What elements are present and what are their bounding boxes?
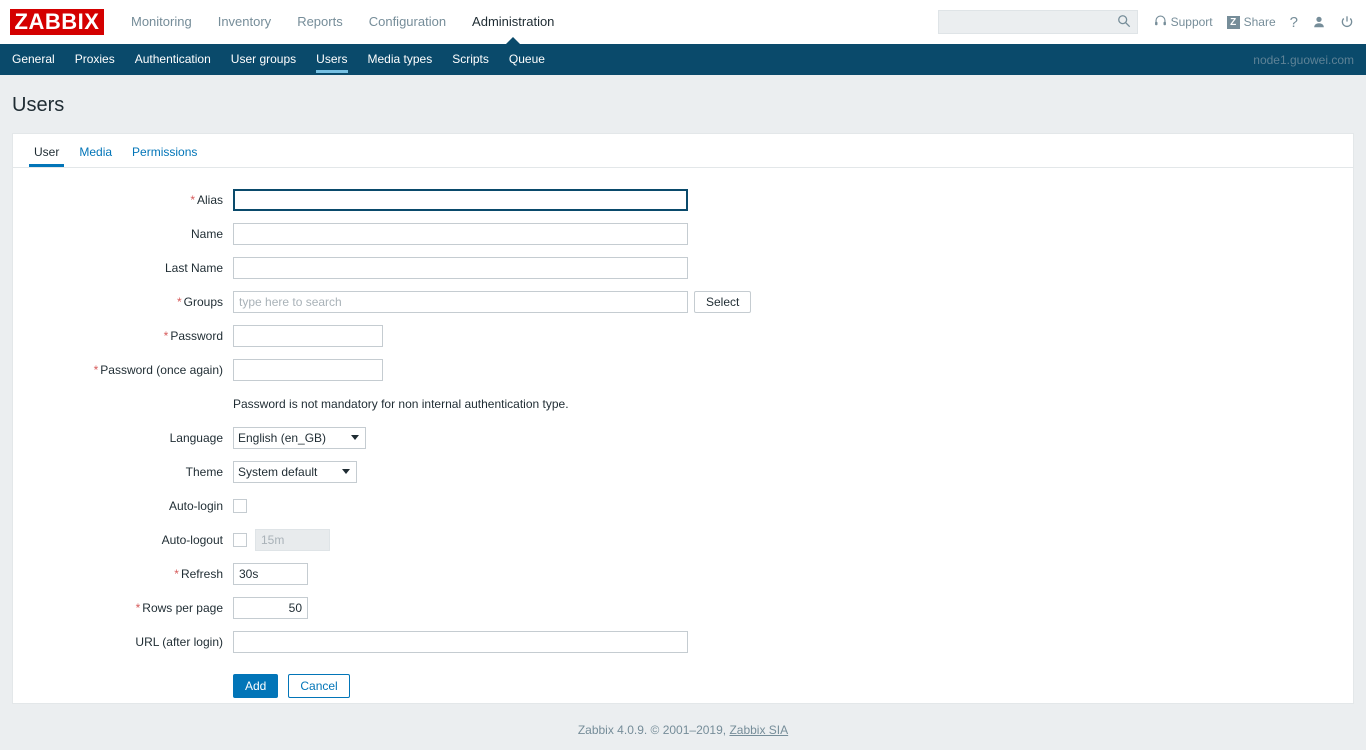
alias-input[interactable]	[233, 189, 688, 211]
subnav-item-users[interactable]: Users	[306, 44, 357, 75]
last-name-label: Last Name	[164, 261, 223, 275]
refresh-label: * Refresh	[174, 567, 223, 581]
theme-label: Theme	[185, 465, 223, 479]
field-row-password-again: * Password (once again)	[13, 353, 1353, 387]
required-marker: *	[93, 363, 99, 377]
refresh-input[interactable]	[233, 563, 308, 585]
language-label: Language	[169, 431, 223, 445]
field-row-groups: *Groups Select	[13, 285, 1353, 319]
share-label: Share	[1243, 15, 1276, 29]
search-input[interactable]	[938, 12, 1114, 32]
user-form: *Alias Name Last Name *Groups Sel	[13, 168, 1353, 703]
support-label: Support	[1170, 15, 1213, 29]
field-row-theme: Theme System default	[13, 455, 1353, 489]
password-hint-row: Password is not mandatory for non intern…	[13, 387, 1353, 421]
auto-login-checkbox[interactable]	[233, 499, 247, 513]
share-icon: Z	[1226, 15, 1240, 29]
field-row-alias: * Alias	[13, 183, 1353, 217]
form-actions: Add Cancel	[13, 659, 1353, 703]
rows-per-page-label: * Rows per page	[135, 601, 223, 615]
zabbix-logo[interactable]: ZABBIX	[10, 9, 104, 35]
language-select-wrap: English (en_GB)	[233, 427, 366, 449]
password-again-label: * Password (once again)	[93, 363, 223, 377]
auto-logout-label: Auto-logout	[161, 533, 223, 547]
subnav-item-proxies[interactable]: Proxies	[65, 44, 125, 75]
auto-logout-input	[255, 529, 330, 551]
last-name-input[interactable]	[233, 257, 688, 279]
main-navigation: Monitoring Inventory Reports Configurati…	[118, 0, 567, 45]
tab-media[interactable]: Media	[69, 145, 122, 167]
power-icon[interactable]	[1340, 15, 1354, 29]
rows-per-page-input[interactable]	[233, 597, 308, 619]
subnav-item-user-groups[interactable]: User groups	[221, 44, 306, 75]
subnav-item-media-types[interactable]: Media types	[358, 44, 443, 75]
url-after-login-label: URL (after login)	[135, 635, 223, 649]
tab-permissions[interactable]: Permissions	[122, 145, 207, 167]
search-icon[interactable]	[1117, 14, 1131, 28]
top-header: ZABBIX Monitoring Inventory Reports Conf…	[0, 0, 1366, 45]
groups-select-button[interactable]: Select	[694, 291, 752, 313]
nav-item-administration[interactable]: Administration	[459, 0, 567, 45]
field-row-language: Language English (en_GB)	[13, 421, 1353, 455]
groups-input[interactable]	[233, 291, 688, 313]
field-row-rows-per-page: * Rows per page	[13, 591, 1353, 625]
subnav-item-general[interactable]: General	[2, 44, 65, 75]
theme-select[interactable]: System default	[233, 461, 357, 483]
required-marker: *	[176, 295, 182, 309]
cancel-button[interactable]: Cancel	[288, 674, 350, 698]
password-hint: Password is not mandatory for non intern…	[233, 397, 569, 411]
field-row-last-name: Last Name	[13, 251, 1353, 285]
support-link[interactable]: Support	[1154, 14, 1213, 30]
groups-label: * Groups	[176, 295, 223, 309]
footer-text: Zabbix 4.0.9. © 2001–2019,	[577, 723, 730, 737]
alias-label: * Alias	[190, 193, 223, 207]
password-input[interactable]	[233, 325, 383, 347]
nav-item-monitoring[interactable]: Monitoring	[118, 0, 205, 44]
field-row-refresh: * Refresh	[13, 557, 1353, 591]
language-select[interactable]: English (en_GB)	[233, 427, 366, 449]
url-after-login-input[interactable]	[233, 631, 688, 653]
nav-item-inventory[interactable]: Inventory	[205, 0, 284, 44]
page-title: Users	[12, 94, 65, 116]
headphones-icon	[1154, 14, 1171, 30]
footer: Zabbix 4.0.9. © 2001–2019, Zabbix SIA	[0, 704, 1366, 737]
password-again-input[interactable]	[233, 359, 383, 381]
required-marker: *	[135, 601, 141, 615]
subnav-item-queue[interactable]: Queue	[499, 44, 555, 75]
auto-login-label: Auto-login	[168, 499, 223, 513]
theme-select-wrap: System default	[233, 461, 357, 483]
share-link[interactable]: Z Share	[1226, 15, 1276, 29]
field-row-auto-login: Auto-login	[13, 489, 1353, 523]
field-row-auto-logout: Auto-logout	[13, 523, 1353, 557]
auto-logout-checkbox[interactable]	[233, 533, 247, 547]
subnav-item-scripts[interactable]: Scripts	[442, 44, 499, 75]
required-marker: *	[163, 329, 169, 343]
user-form-panel: User Media Permissions * Alias Name Last …	[12, 133, 1354, 704]
help-icon[interactable]: ?	[1290, 14, 1298, 31]
nav-item-configuration[interactable]: Configuration	[356, 0, 459, 44]
subnav-item-authentication[interactable]: Authentication	[125, 44, 221, 75]
name-label: Name	[190, 227, 223, 241]
field-row-url-after-login: URL (after login)	[13, 625, 1353, 659]
global-search[interactable]	[937, 10, 1138, 34]
required-marker: *	[190, 193, 195, 207]
field-row-password: * Password	[13, 319, 1353, 353]
password-label: * Password	[163, 329, 223, 343]
header-actions: Support Z Share ?	[937, 10, 1366, 34]
required-marker: *	[174, 567, 179, 581]
node-name: node1.guowei.com	[1253, 52, 1354, 67]
form-tabs: User Media Permissions	[13, 134, 1353, 168]
footer-link-zabbix-sia[interactable]: Zabbix SIA	[729, 723, 788, 737]
name-input[interactable]	[233, 223, 688, 245]
field-row-name: Name	[13, 217, 1353, 251]
user-icon[interactable]	[1312, 15, 1326, 29]
nav-item-reports[interactable]: Reports	[284, 0, 356, 44]
add-button[interactable]: Add	[233, 674, 279, 698]
sub-navigation: General Proxies Authentication User grou…	[0, 44, 1366, 75]
tab-user[interactable]: User	[24, 145, 69, 167]
